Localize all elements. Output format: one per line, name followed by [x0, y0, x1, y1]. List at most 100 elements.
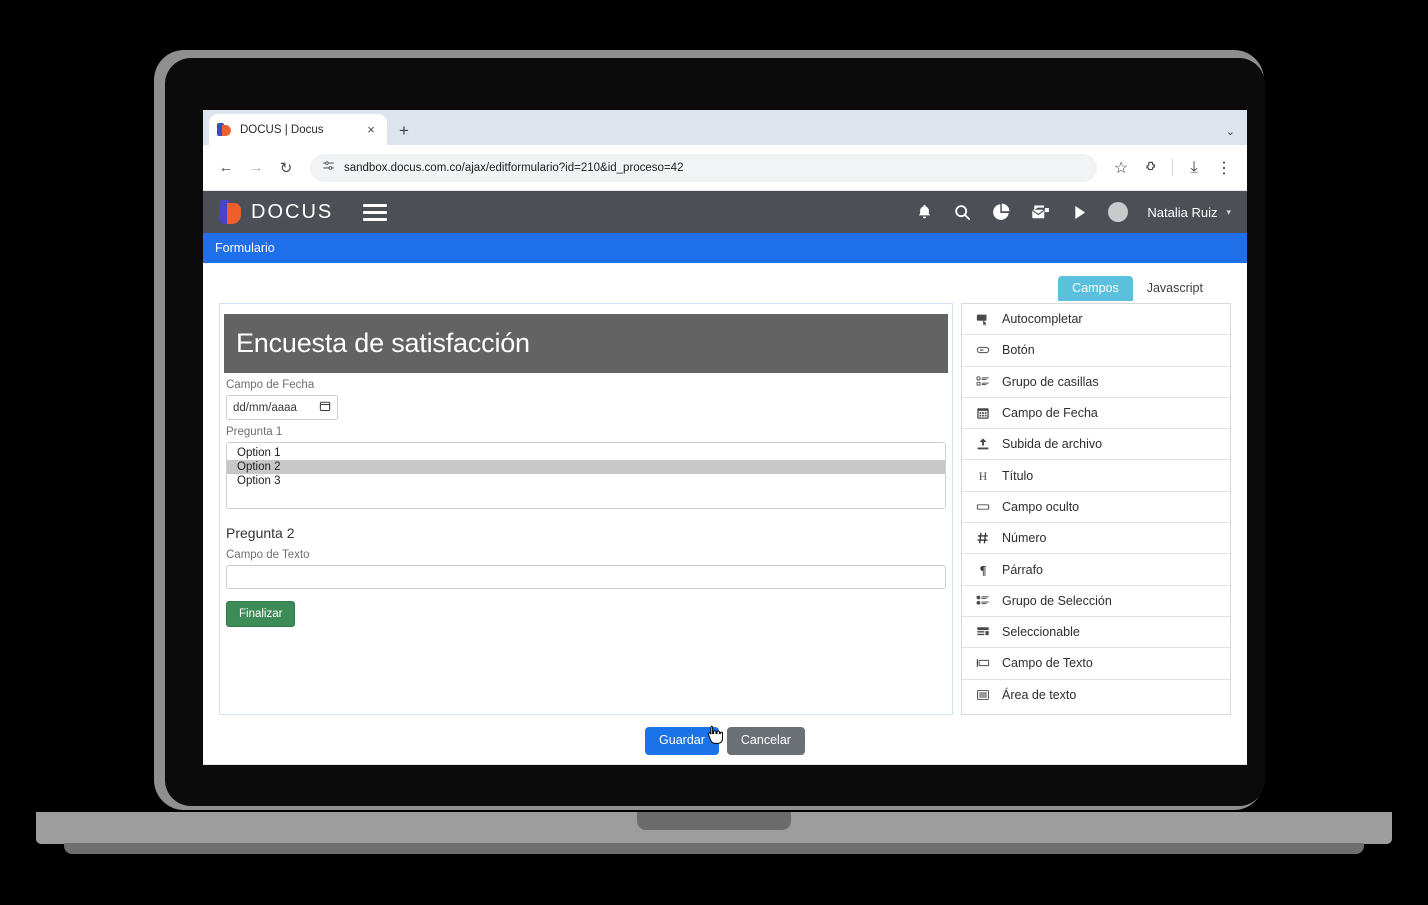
field-label: Campo de Fecha	[226, 379, 315, 391]
chevron-down-icon[interactable]: ⌄	[1226, 125, 1235, 138]
palette-item-parrafo[interactable]: ¶ Párrafo	[962, 554, 1230, 586]
tab-campos[interactable]: Campos	[1058, 276, 1133, 301]
list-item[interactable]: Option 3	[227, 474, 945, 488]
laptop-base-lip	[64, 843, 1364, 854]
palette-item-grupo-de-seleccion[interactable]: Grupo de Selección	[962, 586, 1230, 617]
field-pregunta-1[interactable]: Pregunta 1 Option 1 Option 2 Option 3	[222, 420, 950, 509]
browser-menu-icon[interactable]: ⋮	[1211, 155, 1237, 181]
forward-button[interactable]: →	[243, 155, 269, 181]
breadcrumb-label: Formulario	[215, 241, 275, 255]
palette-item-area-de-texto[interactable]: Área de texto	[962, 680, 1230, 711]
palette-item-grupo-de-casillas[interactable]: Grupo de casillas	[962, 367, 1230, 398]
hamburger-icon[interactable]	[363, 203, 388, 221]
palette-item-seleccionable[interactable]: Seleccionable	[962, 617, 1230, 649]
number-hash-icon	[974, 531, 991, 545]
list-item[interactable]: Option 1	[227, 446, 945, 460]
svg-text:¶: ¶	[979, 563, 986, 577]
palette-item-campo-oculto[interactable]: Campo oculto	[962, 492, 1230, 524]
new-tab-button[interactable]: +	[399, 122, 409, 139]
heading-h-icon: H	[974, 469, 991, 483]
close-icon[interactable]: ×	[363, 123, 379, 136]
form-actions: Guardar Cancelar	[219, 727, 1231, 755]
search-icon[interactable]	[953, 203, 972, 222]
checkbox-group-icon	[974, 375, 991, 389]
page-content: Campos Javascript Encuesta de satisfacci…	[203, 263, 1247, 755]
palette-item-subida-de-archivo[interactable]: Subida de archivo	[962, 429, 1230, 461]
palette-item-numero[interactable]: Número	[962, 523, 1230, 555]
palette-item-label: Botón	[1002, 343, 1035, 358]
calendar-icon[interactable]	[319, 400, 331, 415]
laptop-base-notch	[637, 812, 791, 830]
calendar-icon	[974, 406, 991, 420]
palette-item-label: Área de texto	[1002, 688, 1077, 703]
play-icon[interactable]	[1070, 203, 1089, 222]
field-palette: Autocompletar Botón Grupo de casillas Ca…	[961, 303, 1231, 715]
palette-item-label: Subida de archivo	[1002, 437, 1103, 452]
finalizar-button[interactable]: Finalizar	[226, 601, 296, 627]
bookmark-star-icon[interactable]: ☆	[1108, 155, 1134, 181]
palette-item-label: Seleccionable	[1002, 625, 1080, 640]
field-campo-de-fecha[interactable]: Campo de Fecha dd/mm/aaaa	[222, 373, 950, 420]
app-header-actions: Natalia Ruiz ▾	[915, 202, 1231, 222]
user-name[interactable]: Natalia Ruiz	[1147, 205, 1217, 220]
download-icon[interactable]: ⤓	[1181, 155, 1207, 181]
tune-icon[interactable]	[322, 159, 335, 177]
bell-icon[interactable]	[915, 203, 934, 222]
palette-item-campo-de-fecha[interactable]: Campo de Fecha	[962, 398, 1230, 430]
editor-tabs: Campos Javascript	[219, 275, 1231, 301]
field-label: Pregunta 1	[226, 426, 283, 438]
field-campo-de-texto[interactable]: Campo de Texto Finalizar	[222, 543, 950, 627]
browser-tab[interactable]: DOCUS | Docus ×	[209, 114, 387, 145]
docus-logo-icon	[219, 200, 241, 224]
listbox[interactable]: Option 1 Option 2 Option 3	[226, 442, 946, 509]
select-icon	[974, 625, 991, 639]
button-icon	[974, 343, 991, 357]
page-bottom-divider	[203, 764, 1247, 765]
palette-item-autocompletar[interactable]: Autocompletar	[962, 304, 1230, 336]
address-bar-url: sandbox.docus.com.co/ajax/editformulario…	[344, 161, 684, 174]
address-bar[interactable]: sandbox.docus.com.co/ajax/editformulario…	[310, 153, 1097, 182]
palette-item-label: Grupo de Selección	[1002, 593, 1112, 608]
browser-window: DOCUS | Docus × + ⌄ ← → ↻ sandbox.docus.…	[203, 110, 1247, 765]
palette-item-label: Párrafo	[1002, 562, 1043, 577]
web-page: DOCUS Natalia Ruiz ▾ Formulario Campos J…	[203, 191, 1247, 765]
inbox-icon[interactable]	[1030, 202, 1051, 222]
palette-item-label: Grupo de casillas	[1002, 374, 1099, 389]
form-title-banner[interactable]: Encuesta de satisfacción	[224, 314, 948, 373]
file-upload-icon	[974, 437, 991, 451]
tab-javascript[interactable]: Javascript	[1133, 276, 1217, 301]
brand[interactable]: DOCUS	[219, 200, 333, 224]
autocomplete-icon	[974, 312, 991, 326]
svg-text:H: H	[978, 471, 986, 483]
field-label: Campo de Texto	[226, 549, 310, 561]
field-pregunta-2[interactable]: Pregunta 2	[222, 509, 950, 541]
form-builder: Encuesta de satisfacción Campo de Fecha …	[219, 303, 1231, 715]
text-input[interactable]	[226, 565, 946, 589]
palette-item-label: Número	[1002, 531, 1047, 546]
form-title: Encuesta de satisfacción	[236, 328, 530, 358]
palette-item-campo-de-texto[interactable]: Campo de Texto	[962, 648, 1230, 680]
browser-toolbar: ← → ↻ sandbox.docus.com.co/ajax/editform…	[203, 145, 1247, 191]
palette-item-titulo[interactable]: H Título	[962, 460, 1230, 492]
field-heading: Pregunta 2	[226, 525, 295, 541]
back-button[interactable]: ←	[213, 155, 239, 181]
pie-chart-icon[interactable]	[991, 202, 1011, 222]
browser-tab-title: DOCUS | Docus	[240, 123, 324, 136]
palette-item-boton[interactable]: Botón	[962, 335, 1230, 367]
avatar[interactable]	[1108, 202, 1129, 222]
chevron-down-icon[interactable]: ▾	[1226, 207, 1231, 218]
reload-button[interactable]: ↻	[273, 155, 299, 181]
puzzle-icon[interactable]	[1138, 155, 1164, 181]
cancel-button[interactable]: Cancelar	[726, 727, 805, 755]
radio-group-icon	[974, 594, 991, 608]
list-item[interactable]: Option 2	[227, 460, 945, 474]
breadcrumb: Formulario	[203, 233, 1247, 263]
save-button[interactable]: Guardar	[645, 727, 719, 755]
paragraph-pilcrow-icon: ¶	[974, 563, 991, 577]
form-canvas[interactable]: Encuesta de satisfacción Campo de Fecha …	[219, 303, 953, 715]
palette-item-label: Autocompletar	[1002, 312, 1083, 327]
hidden-field-icon	[974, 500, 991, 514]
palette-item-label: Campo oculto	[1002, 499, 1080, 514]
date-input[interactable]: dd/mm/aaaa	[226, 395, 338, 420]
text-field-icon	[974, 656, 991, 670]
